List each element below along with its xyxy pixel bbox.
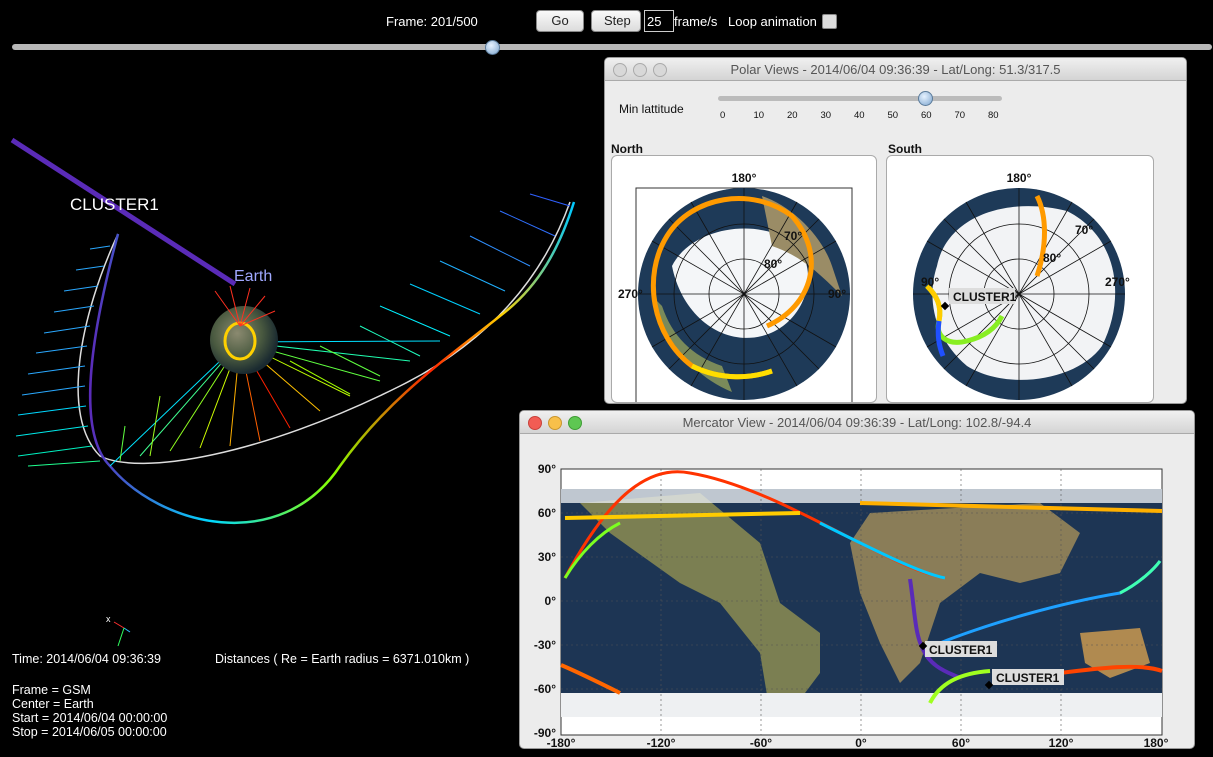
south-grid [913,188,1125,400]
north-grid [638,188,850,400]
north-polar-plot[interactable]: 180° 270° 90° 70° 80° 0° [611,155,877,403]
lat-tick-80: 80 [988,110,999,121]
svg-text:180°: 180° [1144,736,1169,748]
svg-text:30°: 30° [538,550,556,564]
min-latitude-label: Min lattitude [619,102,684,116]
svg-text:0°: 0° [545,594,557,608]
svg-text:120°: 120° [1049,736,1074,748]
north-panel-title: North [611,142,643,156]
orbit-trace-line [88,201,576,525]
south-left-label: 90° [921,275,939,289]
distance-note: Distances ( Re = Earth radius = 6371.010… [215,652,470,666]
lat-tick-60: 60 [921,110,932,121]
fps-unit-label: frame/s [674,14,718,29]
magnetopause-line [77,201,571,465]
center-readout: Center = Earth [12,697,94,711]
svg-text:60°: 60° [538,506,556,520]
mercator-cluster1b-label: CLUSTER1 [996,671,1060,685]
lat-tick-50: 50 [887,110,899,121]
svg-text:60°: 60° [952,736,970,748]
arctic-band [561,489,1162,503]
stop-readout: Stop = 2014/06/05 00:00:00 [12,725,167,739]
mercator-window-title: Mercator View - 2014/06/04 09:36:39 - La… [682,415,1032,430]
south-ring-70: 70° [1075,223,1093,237]
field-line-fan [109,340,441,467]
lat-tick-10: 10 [753,110,765,121]
north-top-label: 180° [732,171,757,185]
frame-counter: Frame: 201/500 [386,14,478,29]
svg-text:-30°: -30° [534,638,556,652]
axis-triad [113,621,131,647]
north-polar-canvas: 180° 270° 90° 70° 80° 0° [618,171,853,402]
vector-arrows-left [15,245,111,467]
earth-label: Earth [234,268,273,285]
earth-globe [210,306,278,374]
svg-text:90°: 90° [538,462,556,476]
lat-tick-30: 30 [820,110,832,121]
loop-animation-label: Loop animation [728,14,817,29]
lat-tick-20: 20 [787,110,798,121]
start-readout: Start = 2014/06/04 00:00:00 [12,711,168,725]
min-latitude-slider-track[interactable] [718,96,1002,101]
time-readout: Time: 2014/06/04 09:36:39 [12,652,161,666]
cluster1-3d-label: CLUSTER1 [70,195,159,214]
lat-tick-70: 70 [954,110,966,121]
north-left-label: 270° [618,287,643,301]
svg-text:-120°: -120° [647,736,676,748]
mercator-titlebar[interactable]: Mercator View - 2014/06/04 09:36:39 - La… [520,411,1194,434]
svg-text:-60°: -60° [534,682,556,696]
antarctica-band [561,693,1162,717]
lat-tick-40: 40 [854,110,865,121]
polar-titlebar[interactable]: Polar Views - 2014/06/04 09:36:39 - Lat/… [605,58,1186,81]
mercator-view-window[interactable]: Mercator View - 2014/06/04 09:36:39 - La… [519,410,1195,749]
mercator-x-ticks: -180° -120° -60° 0° 60° 120° 180° [547,736,1169,748]
svg-text:-180°: -180° [547,736,576,748]
frame-slider-thumb[interactable] [485,40,500,55]
axis-x-label: x [106,614,111,624]
south-ring-80: 80° [1043,251,1061,265]
mercator-y-ticks: 90° 60° 30° 0° -30° -60° -90° [534,462,556,740]
south-top-label: 180° [1007,171,1032,185]
mercator-cluster1-label: CLUSTER1 [929,643,993,657]
mercator-canvas: CLUSTER1 CLUSTER1 90° 60° 30° 0° -30° -6… [534,462,1169,748]
step-button[interactable]: Step [591,10,641,32]
min-latitude-slider-thumb[interactable] [918,91,933,106]
south-bottom-label: 0° [1013,401,1025,402]
south-panel-title: South [888,142,922,156]
south-polar-plot[interactable]: CLUSTER1 180° 90° 270° 70° 80° 0° [886,155,1154,403]
polar-views-window[interactable]: Polar Views - 2014/06/04 09:36:39 - Lat/… [604,57,1187,404]
south-right-label: 270° [1105,275,1130,289]
north-ring-80: 80° [764,257,782,271]
south-cluster-label: CLUSTER1 [953,290,1017,304]
frame-slider-track[interactable] [12,44,1212,50]
north-right-label: 90° [828,287,846,301]
vector-arrows-right [119,193,571,462]
svg-text:0°: 0° [855,736,867,748]
fps-input[interactable] [644,10,674,32]
north-ring-70: 70° [784,229,802,243]
go-button[interactable]: Go [536,10,584,32]
svg-text:-60°: -60° [750,736,772,748]
frame-readout: Frame = GSM [12,683,91,697]
polar-window-title: Polar Views - 2014/06/04 09:36:39 - Lat/… [730,62,1061,77]
south-polar-canvas: CLUSTER1 180° 90° 270° 70° 80° 0° [913,171,1130,402]
north-bottom-label: 0° [738,401,750,402]
loop-animation-checkbox[interactable] [822,14,837,29]
lat-tick-0: 0 [720,110,726,121]
